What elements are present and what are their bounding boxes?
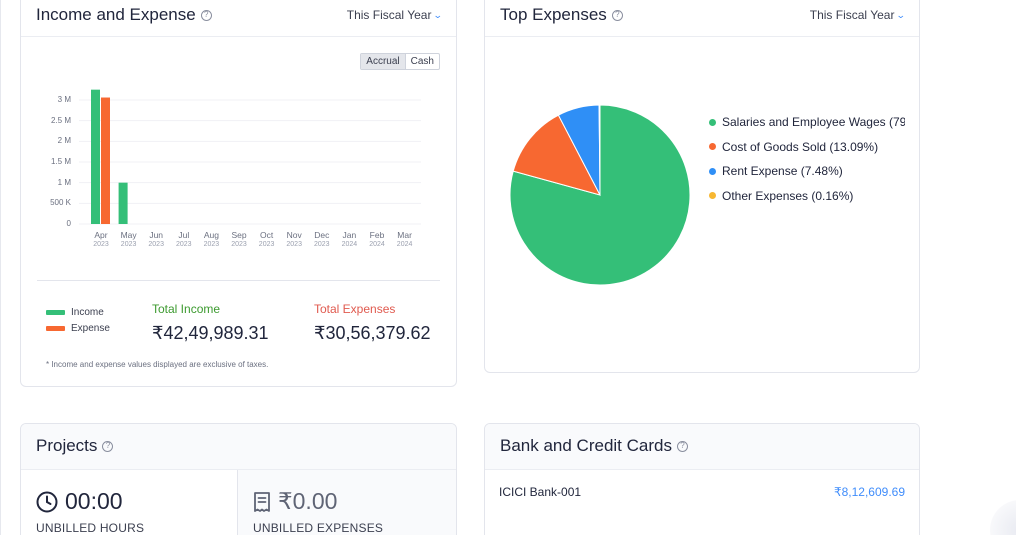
total-expenses-label: Total Expenses <box>314 302 396 316</box>
pie-legend-dot <box>709 143 716 150</box>
x-tick-month: Oct <box>259 230 274 240</box>
period-label: This Fiscal Year <box>809 8 895 22</box>
unbilled-hours-value-wrap: 00:00 <box>36 488 123 515</box>
pie-legend-dot <box>709 118 716 126</box>
x-tick-label: May 2023 <box>116 231 142 249</box>
unbilled-expenses-value: ₹0.00 <box>278 488 338 514</box>
bank-cards-header: Bank and Credit Cards ? <box>485 424 919 470</box>
total-income-value: ₹42,49,989.31 <box>152 323 269 343</box>
unbilled-expenses-value-wrap: ₹0.00 <box>253 488 337 515</box>
projects-card: Projects ? 00:00 UNBILLED HOURS ₹0.00 UN… <box>20 423 457 535</box>
x-tick-label: Nov 2023 <box>281 231 307 249</box>
bank-cards-title-wrap: Bank and Credit Cards ? <box>500 436 688 456</box>
legend-income-label: Income <box>71 307 104 318</box>
x-tick-month: Aug <box>203 230 219 240</box>
projects-title-wrap: Projects ? <box>36 436 114 456</box>
pie-legend-dot <box>709 192 716 199</box>
x-tick-year: 2023 <box>258 241 275 248</box>
legend-income: Income <box>46 307 104 318</box>
pie-legend-label: Other Expenses (0.16%) <box>722 188 854 203</box>
total-income-label: Total Income <box>152 302 221 316</box>
receipt-icon <box>254 491 270 512</box>
x-tick-year: 2023 <box>120 241 137 248</box>
bank-account-balance[interactable]: ₹8,12,609.69 <box>834 485 905 499</box>
x-tick-label: Dec 2023 <box>309 231 335 249</box>
x-tick-year: 2023 <box>176 241 192 248</box>
income-expense-bar-chart <box>79 89 421 225</box>
x-tick-year: 2023 <box>148 241 164 248</box>
x-tick-label: Sep 2023 <box>226 231 252 249</box>
x-tick-month: Jun <box>149 230 164 240</box>
x-tick-year: 2023 <box>231 241 247 248</box>
unbilled-hours-label: UNBILLED HOURS <box>36 521 145 535</box>
x-tick-year: 2024 <box>341 241 358 248</box>
pie-legend-item[interactable]: Cost of Goods Sold (13.09%) <box>709 140 905 154</box>
income-expense-card: Income and Expense ? This Fiscal Year ⌄ … <box>20 0 457 387</box>
x-tick-label: Jun 2023 <box>143 231 169 249</box>
x-tick-month: Sep <box>231 230 247 240</box>
pie-legend-label: Salaries and Employee Wages (79.27%) <box>722 115 905 129</box>
projects-header: Projects ? <box>21 424 456 470</box>
pie-legend-dot <box>709 167 716 175</box>
x-tick-year: 2024 <box>369 241 385 248</box>
bar-expense-apr[interactable] <box>101 97 110 224</box>
projects-title: Projects <box>36 436 98 455</box>
x-tick-month: Nov <box>286 230 302 240</box>
x-tick-year: 2023 <box>93 241 109 248</box>
x-tick-month: Mar <box>397 230 412 240</box>
x-tick-year: 2023 <box>314 241 330 248</box>
unbilled-hours-value: 00:00 <box>65 488 123 514</box>
total-expenses-value: ₹30,56,379.62 <box>314 323 431 343</box>
top-expenses-pie-chart <box>509 104 691 286</box>
pie-legend-item[interactable]: Other Expenses (0.16%) <box>709 189 905 203</box>
top-expenses-period-dropdown[interactable]: This Fiscal Year ⌄ <box>809 8 907 22</box>
legend-expense: Expense <box>46 323 110 334</box>
x-tick-month: May <box>120 230 137 240</box>
x-tick-year: 2024 <box>396 241 413 248</box>
pie-legend-label: Rent Expense (7.48%) <box>722 164 843 178</box>
x-tick-label: Mar 2024 <box>392 231 418 249</box>
legend-expense-swatch <box>46 326 65 331</box>
x-tick-month: Jul <box>178 230 190 240</box>
help-icon[interactable]: ? <box>676 440 688 452</box>
bar-income-apr[interactable] <box>91 89 100 225</box>
x-tick-month: Apr <box>94 230 108 240</box>
x-tick-label: Feb 2024 <box>364 231 390 249</box>
unbilled-hours-cell[interactable]: 00:00 UNBILLED HOURS <box>21 470 237 535</box>
pie-legend-item[interactable]: Rent Expense (7.48%) <box>709 164 905 178</box>
unbilled-expenses-cell[interactable]: ₹0.00 UNBILLED EXPENSES <box>238 470 456 535</box>
x-tick-month: Dec <box>314 230 330 240</box>
x-tick-label: Aug 2023 <box>198 231 224 249</box>
corner-shadow <box>990 500 1016 535</box>
x-tick-year: 2023 <box>203 241 220 248</box>
chevron-down-icon: ⌄ <box>896 10 907 20</box>
pie-legend-item[interactable]: Salaries and Employee Wages (79.27%) <box>709 115 905 129</box>
bank-cards-title: Bank and Credit Cards <box>500 436 672 455</box>
unbilled-expenses-label: UNBILLED EXPENSES <box>253 521 384 535</box>
page-left-border <box>0 0 1 535</box>
bank-cards-card: Bank and Credit Cards ? ICICI Bank-001 ₹… <box>484 423 920 535</box>
clock-icon <box>36 491 58 512</box>
top-expenses-card: Top Expenses ? This Fiscal Year ⌄ Salari… <box>484 0 920 373</box>
divider <box>37 280 440 281</box>
x-tick-label: Apr 2023 <box>88 231 114 249</box>
legend-income-swatch <box>46 310 65 315</box>
legend-expense-label: Expense <box>71 323 110 334</box>
x-tick-label: Oct 2023 <box>254 231 280 249</box>
bank-account-name[interactable]: ICICI Bank-001 <box>499 485 581 499</box>
bar-income-may[interactable] <box>118 182 128 224</box>
x-tick-month: Jan <box>342 230 357 240</box>
tax-footnote: * Income and expense values displayed ar… <box>46 360 269 369</box>
help-icon[interactable]: ? <box>102 440 114 452</box>
x-tick-label: Jul 2023 <box>171 231 197 249</box>
x-tick-year: 2023 <box>286 241 302 248</box>
x-tick-month: Feb <box>369 230 385 240</box>
pie-legend-label: Cost of Goods Sold (13.09%) <box>722 139 879 154</box>
x-tick-label: Jan 2024 <box>336 231 362 249</box>
